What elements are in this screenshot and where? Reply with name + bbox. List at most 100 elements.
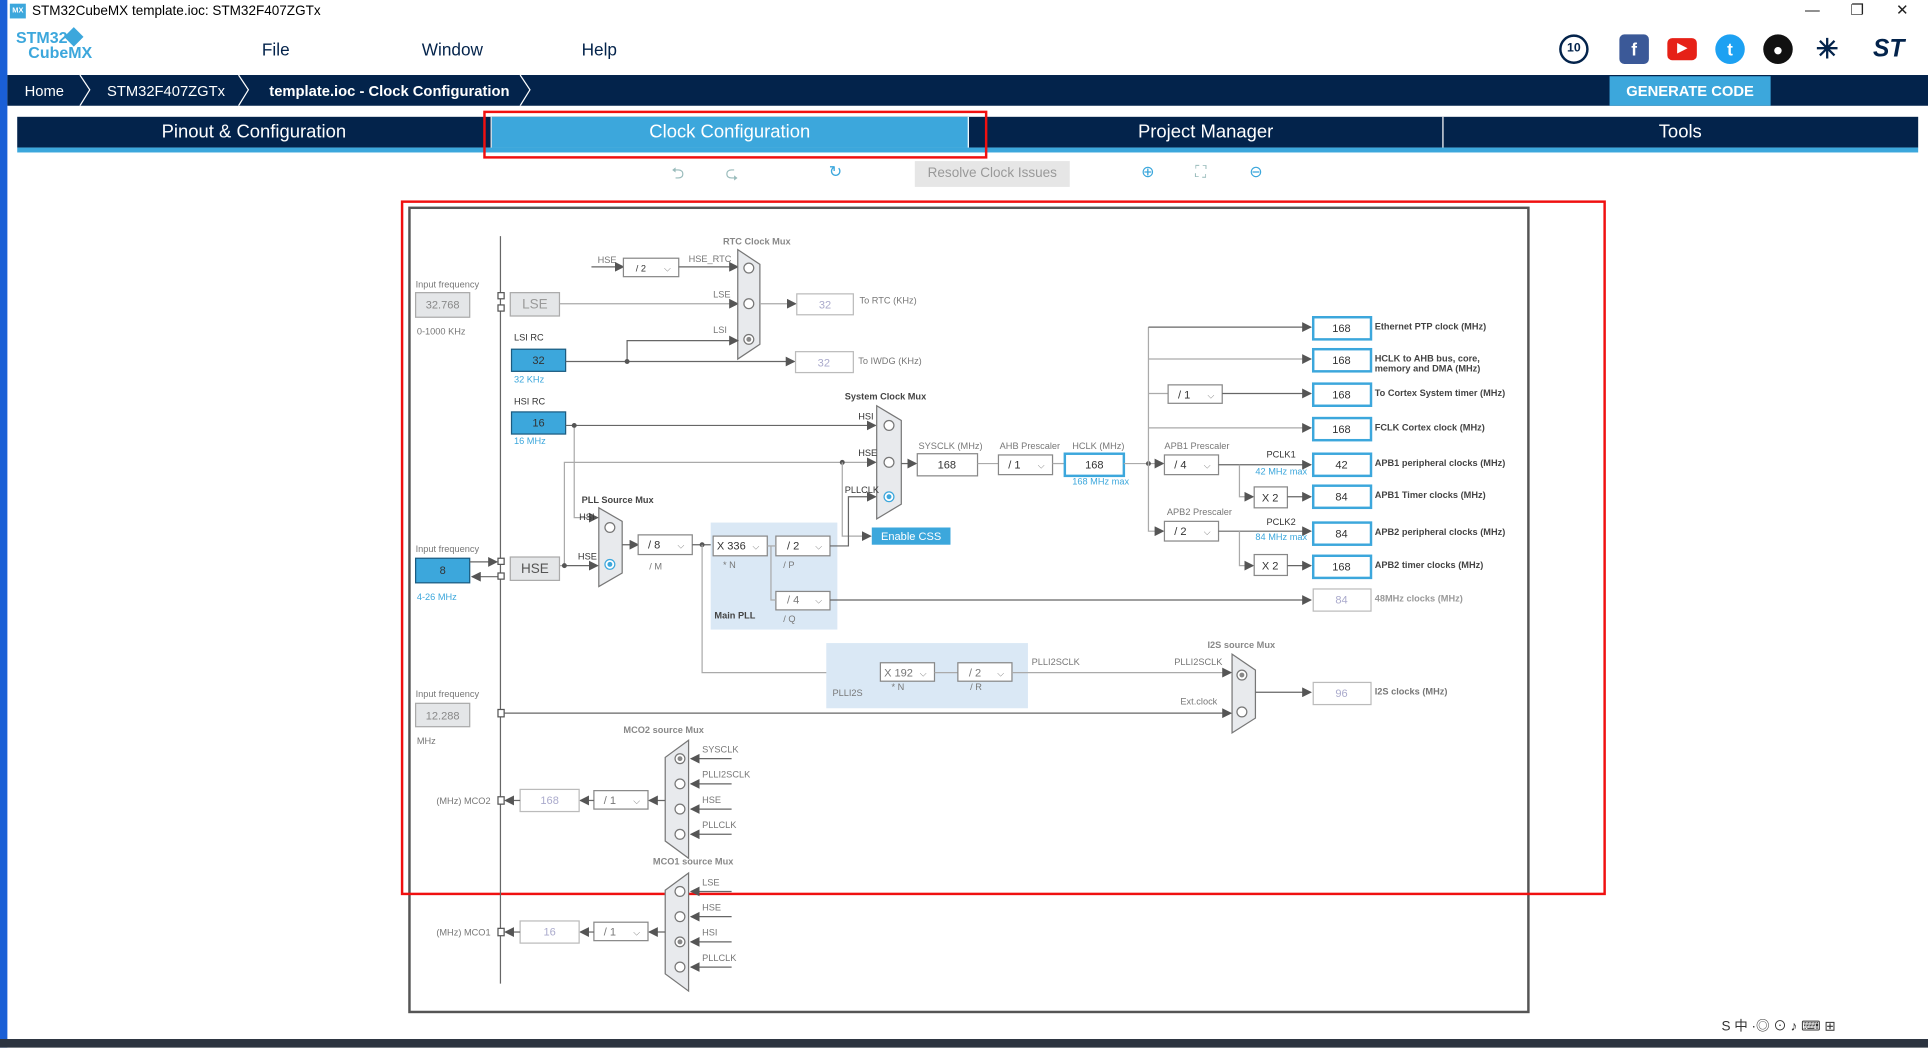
output-label: APB2 timer clocks (MHz) [1375, 560, 1484, 570]
output-label: APB1 peripheral clocks (MHz) [1375, 458, 1506, 468]
rtc-lse-label: LSE [713, 290, 730, 300]
plli2s-n-label: * N [891, 682, 904, 692]
mco2-divider-dropdown[interactable]: / 1 ⌵ [593, 790, 649, 810]
sysmux-hsi-label: HSI [858, 411, 873, 421]
iwdg-output-label: To IWDG (KHz) [858, 356, 922, 366]
hse-name: HSE [521, 561, 549, 576]
svg-text:⌵: ⌵ [815, 596, 822, 606]
svg-text:⌵: ⌵ [1204, 527, 1211, 537]
rtc-radio-lse[interactable] [743, 298, 755, 310]
sysclk-value: 168 [938, 459, 956, 471]
pllsrc-radio-hsi[interactable] [604, 521, 616, 534]
output-label: APB1 Timer clocks (MHz) [1375, 490, 1486, 500]
enable-css-label: Enable CSS [881, 531, 941, 543]
clock-tree-diagram: Input frequency 32.768 0-1000 KHz LSE RT… [400, 200, 1606, 1014]
rtc-hse-divider-dropdown[interactable]: / 2 ⌵ [622, 257, 680, 278]
svg-text:⌵: ⌵ [1207, 390, 1214, 400]
svg-text:⌵: ⌵ [664, 264, 671, 274]
apb2-prescaler-label: APB2 Prescaler [1167, 507, 1232, 517]
i2s-radio-ext-clock[interactable] [1236, 706, 1248, 718]
output-value: 168 [1332, 424, 1350, 436]
svg-text:/ 1: / 1 [1178, 389, 1190, 401]
output-value: 84 [1335, 595, 1347, 607]
mco2-radio-hse[interactable] [674, 803, 686, 815]
output-clock-1: 168 HCLK to AHB bus, core,memory and DMA … [1311, 347, 1480, 373]
system-clock-mux-label: System Clock Mux [845, 392, 927, 402]
svg-text:⌵: ⌵ [633, 796, 640, 806]
rtc-hse-label: HSE [598, 255, 617, 265]
lse-input-label: Input frequency [416, 280, 480, 290]
mco1-radio-pllclk[interactable] [674, 961, 686, 973]
mco2-radio-plli2sclk[interactable] [674, 778, 686, 790]
svg-text:⌵: ⌵ [1038, 460, 1045, 470]
ahb-prescaler-dropdown[interactable]: / 1 ⌵ [997, 454, 1054, 476]
lse-range: 0-1000 KHz [417, 326, 466, 336]
mco1-radio-hse[interactable] [674, 911, 686, 923]
hsi-rc-label: HSI RC [514, 397, 546, 407]
lsi-value: 32 [532, 355, 544, 367]
ahb-prescaler-label: AHB Prescaler [1000, 441, 1060, 451]
pclk2-max: 84 MHz max [1255, 532, 1307, 542]
mco2-input-label: HSE [702, 795, 721, 805]
pin-square [497, 304, 505, 312]
mco1-input-label: LSE [702, 877, 719, 887]
lse-input-value: 32.768 [426, 300, 460, 312]
pll-q-label: / Q [783, 614, 795, 624]
hsi-value: 16 [532, 418, 544, 430]
rtc-radio-hse[interactable] [743, 262, 755, 274]
i2s-in1-label: PLLI2SCLK [1174, 657, 1223, 667]
pll-q-dropdown[interactable]: / 4 ⌵ [775, 590, 831, 611]
hclk-label: HCLK (MHz) [1072, 441, 1124, 451]
app-window: MX STM32CubeMX template.ioc: STM32F407ZG… [0, 0, 1928, 1048]
pclk1-label: PCLK1 [1266, 449, 1295, 459]
pll-n-label: * N [723, 560, 736, 570]
mco2-label: (MHz) MCO2 [436, 796, 490, 806]
svg-text:/ 2: / 2 [787, 541, 799, 553]
output-value: 84 [1335, 491, 1347, 503]
mco1-output-value: 16 [543, 927, 555, 939]
svg-text:⌵: ⌵ [815, 542, 822, 552]
output-value: 42 [1335, 459, 1347, 471]
mco1-radio-lse[interactable] [674, 885, 686, 897]
mco1-divider-dropdown[interactable]: / 1 ⌵ [593, 921, 649, 942]
pll-p-label: / P [783, 560, 794, 570]
pllsrc-hse-label: HSE [578, 551, 597, 561]
sysmux-radio-hse[interactable] [883, 456, 895, 468]
pll-m-dropdown[interactable]: / 8 ⌵ [637, 534, 693, 556]
mco2-radio-pllclk[interactable] [674, 828, 686, 840]
i2s-output-label: I2S clocks (MHz) [1375, 687, 1448, 697]
lsi-rc-label: LSI RC [514, 333, 544, 343]
apb1-prescaler-dropdown[interactable]: / 4 ⌵ [1163, 454, 1220, 476]
plli2s-n-dropdown[interactable]: X 192 ⌵ [879, 662, 936, 682]
ext-clock-input-value: 12.288 [426, 710, 460, 722]
plli2s-r-label: / R [970, 682, 982, 692]
apb1-mult-value: X 2 [1262, 493, 1279, 505]
output-value: 168 [1332, 562, 1350, 574]
pll-n-dropdown[interactable]: X 336 ⌵ [712, 535, 768, 557]
i2s-output-value: 96 [1335, 688, 1347, 700]
pclk1-max: 42 MHz max [1255, 467, 1307, 477]
cortex-timer-divider-dropdown[interactable]: / 1 ⌵ [1167, 384, 1223, 404]
sysclk-label: SYSCLK (MHz) [919, 441, 983, 451]
sysmux-radio-hsi[interactable] [883, 419, 895, 431]
ext-clock-unit: MHz [417, 736, 436, 746]
mco2-input-label: PLLCLK [702, 820, 737, 830]
pll-m-label: / M [649, 561, 662, 571]
hsi-unit: 16 MHz [514, 436, 546, 446]
svg-text:X 336: X 336 [717, 541, 746, 553]
plli2s-r-dropdown[interactable]: / 2 ⌵ [957, 662, 1013, 682]
output-label: To Cortex System timer (MHz) [1375, 388, 1505, 398]
hse-input-label: Input frequency [416, 544, 480, 554]
pllsrc-hsi-label: HSI [579, 512, 594, 522]
svg-text:/ 1: / 1 [604, 927, 616, 939]
svg-text:/ 2: / 2 [636, 264, 646, 274]
output-label: APB2 peripheral clocks (MHz) [1375, 527, 1506, 537]
rtc-output-label: To RTC (KHz) [859, 296, 916, 306]
main-pll-label: Main PLL [714, 610, 755, 620]
apb2-prescaler-dropdown[interactable]: / 2 ⌵ [1163, 520, 1220, 542]
svg-text:⌵: ⌵ [920, 668, 927, 678]
rtc-output-value: 32 [819, 300, 831, 312]
svg-text:/ 4: / 4 [1174, 459, 1186, 471]
sysmux-pllclk-label: PLLCLK [845, 485, 880, 495]
pll-p-dropdown[interactable]: / 2 ⌵ [775, 535, 831, 557]
